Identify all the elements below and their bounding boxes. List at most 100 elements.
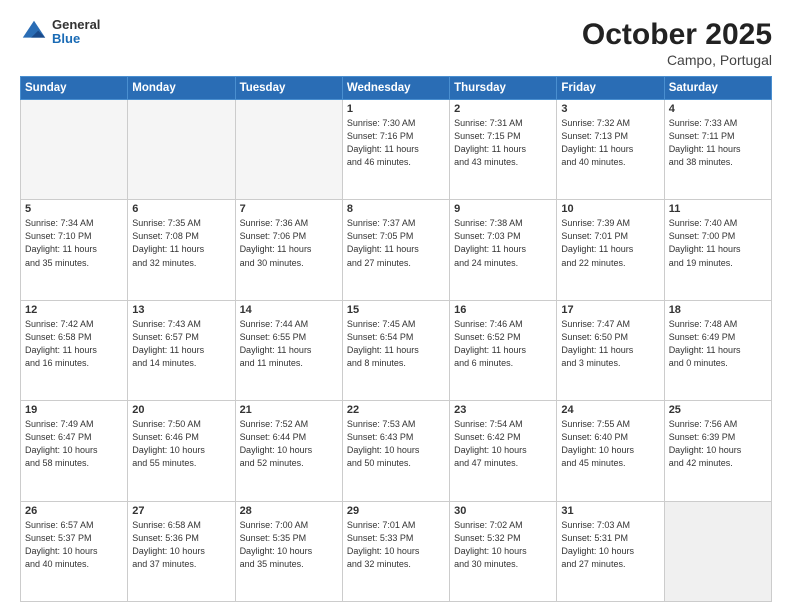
day-number: 10: [561, 203, 659, 215]
day-cell: [235, 100, 342, 200]
day-info: Sunrise: 7:56 AM Sunset: 6:39 PM Dayligh…: [669, 418, 767, 470]
day-cell: 6 Sunrise: 7:35 AM Sunset: 7:08 PM Daylig…: [128, 200, 235, 300]
day-info: Sunrise: 7:32 AM Sunset: 7:13 PM Dayligh…: [561, 117, 659, 169]
day-cell: 15Sunrise: 7:45 AM Sunset: 6:54 PM Dayli…: [342, 300, 449, 400]
day-number: 30: [454, 505, 552, 517]
day-number: 17: [561, 304, 659, 316]
day-cell: 9 Sunrise: 7:38 AM Sunset: 7:03 PM Daylig…: [450, 200, 557, 300]
day-info: Sunrise: 7:49 AM Sunset: 6:47 PM Dayligh…: [25, 418, 123, 470]
day-number: 22: [347, 404, 445, 416]
day-info: Sunrise: 7:54 AM Sunset: 6:42 PM Dayligh…: [454, 418, 552, 470]
day-info: Sunrise: 7:47 AM Sunset: 6:50 PM Dayligh…: [561, 318, 659, 370]
weekday-thursday: Thursday: [450, 77, 557, 100]
day-info: Sunrise: 7:44 AM Sunset: 6:55 PM Dayligh…: [240, 318, 338, 370]
day-number: 26: [25, 505, 123, 517]
day-number: 28: [240, 505, 338, 517]
day-number: 25: [669, 404, 767, 416]
day-info: Sunrise: 7:40 AM Sunset: 7:00 PM Dayligh…: [669, 217, 767, 269]
day-cell: 7Sunrise: 7:36 AM Sunset: 7:06 PM Daylig…: [235, 200, 342, 300]
day-info: Sunrise: 7:02 AM Sunset: 5:32 PM Dayligh…: [454, 519, 552, 571]
day-cell: 2Sunrise: 7:31 AM Sunset: 7:15 PM Daylig…: [450, 100, 557, 200]
day-cell: [128, 100, 235, 200]
weekday-tuesday: Tuesday: [235, 77, 342, 100]
day-number: 5: [25, 203, 123, 215]
day-number: 19: [25, 404, 123, 416]
weekday-header-row: SundayMondayTuesdayWednesdayThursdayFrid…: [21, 77, 772, 100]
day-cell: 24Sunrise: 7:55 AM Sunset: 6:40 PM Dayli…: [557, 401, 664, 501]
day-number: 24: [561, 404, 659, 416]
week-row-1: 1Sunrise: 7:30 AM Sunset: 7:16 PM Daylig…: [21, 100, 772, 200]
location: Campo, Portugal: [582, 52, 772, 68]
week-row-2: 5 Sunrise: 7:34 AM Sunset: 7:10 PM Daylig…: [21, 200, 772, 300]
day-number: 6: [132, 203, 230, 215]
day-number: 15: [347, 304, 445, 316]
day-info: Sunrise: 7:48 AM Sunset: 6:49 PM Dayligh…: [669, 318, 767, 370]
day-cell: 26 Sunrise: 6:57 AM Sunset: 5:37 PM Dayli…: [21, 501, 128, 601]
day-cell: 30 Sunrise: 7:02 AM Sunset: 5:32 PM Dayli…: [450, 501, 557, 601]
day-cell: [21, 100, 128, 200]
day-info: Sunrise: 6:58 AM Sunset: 5:36 PM Dayligh…: [132, 519, 230, 571]
weekday-wednesday: Wednesday: [342, 77, 449, 100]
day-info: Sunrise: 7:50 AM Sunset: 6:46 PM Dayligh…: [132, 418, 230, 470]
day-info: Sunrise: 7:39 AM Sunset: 7:01 PM Dayligh…: [561, 217, 659, 269]
logo-general: General: [52, 18, 100, 32]
day-number: 18: [669, 304, 767, 316]
day-number: 4: [669, 103, 767, 115]
title-block: October 2025 Campo, Portugal: [582, 18, 772, 68]
day-cell: 8Sunrise: 7:37 AM Sunset: 7:05 PM Daylig…: [342, 200, 449, 300]
day-cell: 20Sunrise: 7:50 AM Sunset: 6:46 PM Dayli…: [128, 401, 235, 501]
day-info: Sunrise: 7:52 AM Sunset: 6:44 PM Dayligh…: [240, 418, 338, 470]
week-row-4: 19 Sunrise: 7:49 AM Sunset: 6:47 PM Dayli…: [21, 401, 772, 501]
day-info: Sunrise: 7:43 AM Sunset: 6:57 PM Dayligh…: [132, 318, 230, 370]
logo: General Blue: [20, 18, 100, 47]
day-info: Sunrise: 7:53 AM Sunset: 6:43 PM Dayligh…: [347, 418, 445, 470]
day-info: Sunrise: 7:01 AM Sunset: 5:33 PM Dayligh…: [347, 519, 445, 571]
day-cell: 23 Sunrise: 7:54 AM Sunset: 6:42 PM Dayli…: [450, 401, 557, 501]
day-number: 23: [454, 404, 552, 416]
day-info: Sunrise: 7:35 AM Sunset: 7:08 PM Dayligh…: [132, 217, 230, 269]
day-number: 13: [132, 304, 230, 316]
day-cell: 4 Sunrise: 7:33 AM Sunset: 7:11 PM Daylig…: [664, 100, 771, 200]
day-number: 21: [240, 404, 338, 416]
day-cell: 10 Sunrise: 7:39 AM Sunset: 7:01 PM Dayli…: [557, 200, 664, 300]
logo-blue: Blue: [52, 32, 100, 46]
day-cell: 18 Sunrise: 7:48 AM Sunset: 6:49 PM Dayli…: [664, 300, 771, 400]
day-number: 3: [561, 103, 659, 115]
day-number: 29: [347, 505, 445, 517]
day-cell: 17 Sunrise: 7:47 AM Sunset: 6:50 PM Dayli…: [557, 300, 664, 400]
day-cell: 31 Sunrise: 7:03 AM Sunset: 5:31 PM Dayli…: [557, 501, 664, 601]
weekday-friday: Friday: [557, 77, 664, 100]
day-number: 27: [132, 505, 230, 517]
day-number: 31: [561, 505, 659, 517]
day-number: 9: [454, 203, 552, 215]
day-cell: 19 Sunrise: 7:49 AM Sunset: 6:47 PM Dayli…: [21, 401, 128, 501]
day-info: Sunrise: 7:42 AM Sunset: 6:58 PM Dayligh…: [25, 318, 123, 370]
day-cell: 11Sunrise: 7:40 AM Sunset: 7:00 PM Dayli…: [664, 200, 771, 300]
day-info: Sunrise: 7:03 AM Sunset: 5:31 PM Dayligh…: [561, 519, 659, 571]
day-number: 12: [25, 304, 123, 316]
day-cell: 29 Sunrise: 7:01 AM Sunset: 5:33 PM Dayli…: [342, 501, 449, 601]
weekday-monday: Monday: [128, 77, 235, 100]
day-cell: 5 Sunrise: 7:34 AM Sunset: 7:10 PM Daylig…: [21, 200, 128, 300]
day-cell: 22 Sunrise: 7:53 AM Sunset: 6:43 PM Dayli…: [342, 401, 449, 501]
day-number: 8: [347, 203, 445, 215]
week-row-5: 26 Sunrise: 6:57 AM Sunset: 5:37 PM Dayli…: [21, 501, 772, 601]
logo-icon: [20, 18, 48, 46]
day-info: Sunrise: 7:00 AM Sunset: 5:35 PM Dayligh…: [240, 519, 338, 571]
day-info: Sunrise: 7:36 AM Sunset: 7:06 PM Dayligh…: [240, 217, 338, 269]
day-info: Sunrise: 7:34 AM Sunset: 7:10 PM Dayligh…: [25, 217, 123, 269]
page: General Blue October 2025 Campo, Portuga…: [0, 0, 792, 612]
month-title: October 2025: [582, 18, 772, 52]
day-number: 14: [240, 304, 338, 316]
day-cell: 16Sunrise: 7:46 AM Sunset: 6:52 PM Dayli…: [450, 300, 557, 400]
calendar-table: SundayMondayTuesdayWednesdayThursdayFrid…: [20, 76, 772, 602]
day-cell: 28 Sunrise: 7:00 AM Sunset: 5:35 PM Dayli…: [235, 501, 342, 601]
weekday-sunday: Sunday: [21, 77, 128, 100]
week-row-3: 12 Sunrise: 7:42 AM Sunset: 6:58 PM Dayli…: [21, 300, 772, 400]
header: General Blue October 2025 Campo, Portuga…: [20, 18, 772, 68]
day-info: Sunrise: 7:38 AM Sunset: 7:03 PM Dayligh…: [454, 217, 552, 269]
day-info: Sunrise: 6:57 AM Sunset: 5:37 PM Dayligh…: [25, 519, 123, 571]
day-cell: 13 Sunrise: 7:43 AM Sunset: 6:57 PM Dayli…: [128, 300, 235, 400]
day-info: Sunrise: 7:33 AM Sunset: 7:11 PM Dayligh…: [669, 117, 767, 169]
day-cell: 12 Sunrise: 7:42 AM Sunset: 6:58 PM Dayli…: [21, 300, 128, 400]
